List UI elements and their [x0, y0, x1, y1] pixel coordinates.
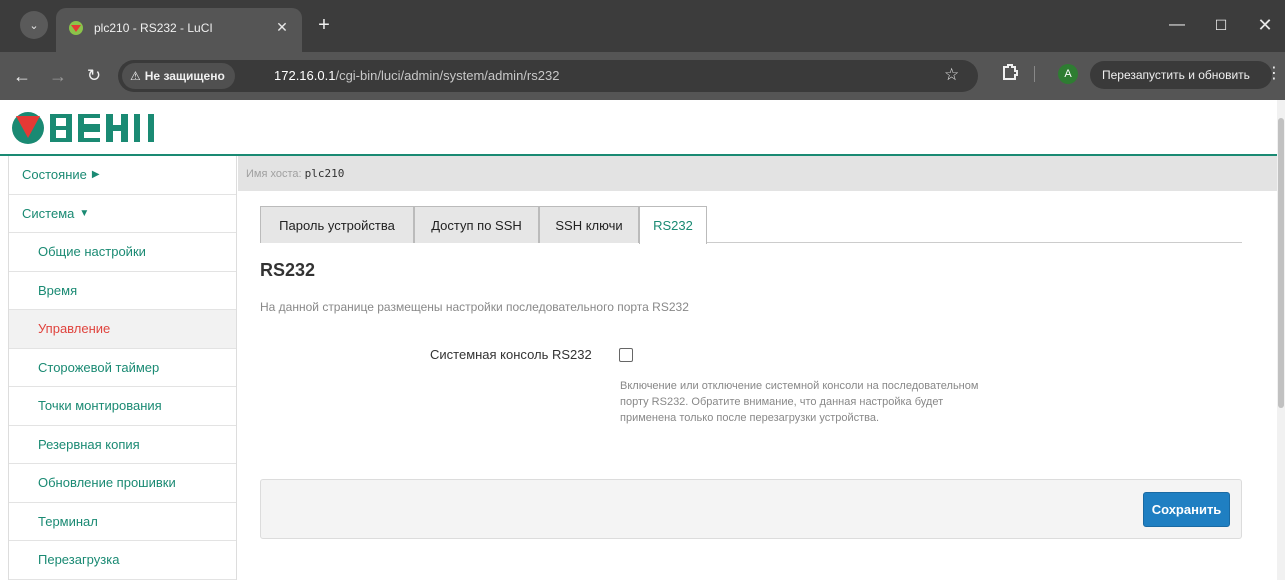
browser-tab[interactable]: plc210 - RS232 - LuCI ✕	[56, 8, 302, 52]
address-bar[interactable]: ⚠ Не защищено 172.16.0.1/cgi-bin/luci/ad…	[118, 60, 978, 92]
tab-search-chevron-icon[interactable]: ⌄	[20, 11, 48, 39]
form-actions-bar: Сохранить	[260, 479, 1242, 539]
security-chip[interactable]: ⚠ Не защищено	[122, 63, 235, 89]
url-text[interactable]: 172.16.0.1/cgi-bin/luci/admin/system/adm…	[274, 68, 559, 83]
tab-device-password[interactable]: Пароль устройства	[260, 206, 414, 243]
system-console-label: Системная консоль RS232	[430, 347, 592, 362]
oven-logo-icon[interactable]	[10, 108, 156, 148]
forward-arrow-icon[interactable]: →	[46, 64, 70, 88]
profile-avatar[interactable]: A	[1058, 64, 1078, 84]
browser-tab-bar: ⌄ plc210 - RS232 - LuCI ✕ + — ☐ ✕	[0, 0, 1285, 52]
window-maximize-icon[interactable]: ☐	[1208, 12, 1234, 38]
window-close-icon[interactable]: ✕	[1252, 12, 1278, 38]
page-header	[0, 100, 1285, 156]
warning-triangle-icon: ⚠	[130, 69, 141, 83]
triangle-down-icon: ▼	[79, 207, 90, 219]
section-title: RS232	[260, 260, 316, 280]
security-label: Не защищено	[144, 69, 225, 83]
sidebar-item-administration[interactable]: Управление	[9, 310, 236, 349]
tab-ssh-access[interactable]: Доступ по SSH	[414, 206, 539, 243]
sidebar-item-system[interactable]: Система ▼	[9, 195, 236, 233]
sidebar-item-terminal[interactable]: Терминал	[9, 503, 236, 541]
main-content: Имя хоста: plc210 Пароль устройства Дост…	[238, 156, 1285, 580]
system-console-checkbox[interactable]	[619, 348, 633, 362]
tab-title: plc210 - RS232 - LuCI	[94, 21, 213, 35]
save-button[interactable]: Сохранить	[1143, 492, 1230, 527]
sidebar-item-label: Система	[22, 205, 75, 221]
scrollbar-thumb[interactable]	[1278, 118, 1284, 408]
extensions-puzzle-icon[interactable]	[1000, 62, 1020, 82]
section-description: На данной странице размещены настройки п…	[260, 300, 689, 314]
toolbar-separator	[1034, 66, 1035, 82]
tab-rs232[interactable]: RS232	[639, 206, 707, 244]
back-arrow-icon[interactable]: ←	[10, 64, 34, 88]
hostname-value: plc210	[304, 167, 345, 180]
sidebar-menu: Состояние ▶ Система ▼ Общие настройки Вр…	[8, 156, 237, 580]
reload-icon[interactable]: ↻	[82, 64, 106, 88]
sidebar-item-time[interactable]: Время	[9, 272, 236, 310]
sidebar-item-watchdog[interactable]: Сторожевой таймер	[9, 349, 236, 387]
bookmark-star-icon[interactable]: ☆	[944, 65, 959, 85]
url-host: 172.16.0.1	[274, 68, 336, 83]
favicon-icon	[69, 21, 83, 35]
relaunch-update-button[interactable]: Перезапустить и обновить	[1090, 61, 1272, 89]
hostname-label: Имя хоста:	[246, 167, 302, 180]
sidebar-item-backup[interactable]: Резервная копия	[9, 426, 236, 464]
sidebar-item-label: Состояние	[22, 167, 87, 183]
sidebar-item-general-settings[interactable]: Общие настройки	[9, 233, 236, 272]
sidebar-item-status[interactable]: Состояние ▶	[9, 156, 236, 195]
new-tab-plus-icon[interactable]: +	[312, 14, 336, 38]
triangle-right-icon: ▶	[91, 169, 100, 181]
tab-ssh-keys[interactable]: SSH ключи	[539, 206, 639, 243]
sidebar-item-firmware-update[interactable]: Обновление прошивки	[9, 464, 236, 503]
window-minimize-icon[interactable]: —	[1164, 12, 1190, 38]
hostname-bar: Имя хоста: plc210	[238, 156, 1277, 191]
page-tabs: Пароль устройства Доступ по SSH SSH ключ…	[260, 206, 1242, 244]
system-console-help: Включение или отключение системной консо…	[620, 380, 979, 424]
sidebar-item-reboot[interactable]: Перезагрузка	[9, 541, 236, 580]
menu-kebab-icon[interactable]: ⋮	[1266, 63, 1282, 83]
url-path: /cgi-bin/luci/admin/system/admin/rs232	[335, 68, 560, 83]
tab-close-icon[interactable]: ✕	[272, 17, 292, 37]
sidebar-item-mount-points[interactable]: Точки монтирования	[9, 387, 236, 426]
